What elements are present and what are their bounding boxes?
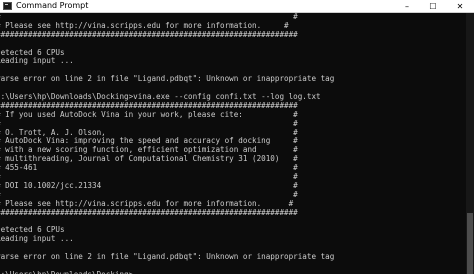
close-button[interactable]: ✕ (446, 0, 474, 12)
scrollbar-thumb[interactable] (467, 213, 473, 274)
window-title: Command Prompt (16, 1, 89, 10)
window-controls: – ☐ ✕ (394, 0, 474, 12)
console-output[interactable]: # # # Please see http://vina.scripps.edu … (0, 13, 466, 274)
console-line: ########################################… (0, 29, 298, 39)
vertical-scrollbar[interactable] (466, 13, 474, 274)
maximize-button[interactable]: ☐ (420, 0, 446, 12)
console-line: Parse error on line 2 in file "Ligand.pd… (0, 74, 335, 84)
console-line: Reading input ... (0, 56, 74, 66)
title-bar[interactable]: Command Prompt – ☐ ✕ (0, 0, 474, 13)
minimize-button[interactable]: – (394, 0, 420, 12)
console-line: Parse error on line 2 in file "Ligand.pd… (0, 252, 335, 262)
console-line: Reading input ... (0, 234, 74, 244)
command-prompt-icon (3, 2, 12, 10)
command-prompt-window: Command Prompt – ☐ ✕ # # # Please see htt… (0, 0, 474, 274)
console-line: ########################################… (0, 207, 298, 217)
